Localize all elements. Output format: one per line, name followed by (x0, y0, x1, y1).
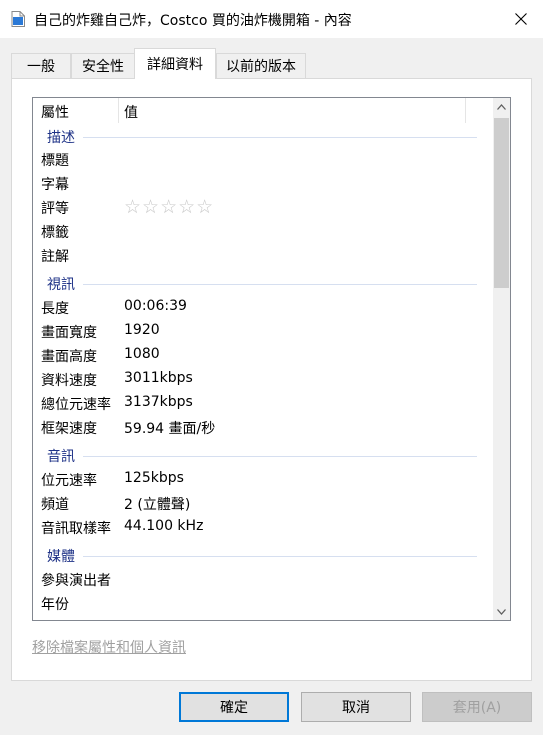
list-row-length[interactable]: 長度 00:06:39 (33, 295, 493, 319)
chevron-up-icon (497, 103, 506, 110)
tab-general[interactable]: 一般 (11, 53, 71, 78)
list-row-sample-rate[interactable]: 音訊取樣率 44.100 kHz (33, 515, 493, 539)
rating-stars[interactable]: ☆☆☆☆☆ (124, 196, 214, 218)
column-divider[interactable] (118, 98, 119, 123)
group-video[interactable]: 視訊 (33, 270, 493, 294)
list-row-channels[interactable]: 頻道 2 (立體聲) (33, 491, 493, 515)
group-divider (83, 284, 477, 285)
list-row-frame-rate[interactable]: 框架速度 59.94 畫面/秒 (33, 415, 493, 439)
group-divider (83, 556, 477, 557)
list-header: 屬性 值 (33, 98, 493, 123)
cancel-button[interactable]: 取消 (301, 692, 411, 722)
list-row-year[interactable]: 年份 (33, 591, 493, 615)
group-divider (83, 456, 477, 457)
group-divider (83, 137, 477, 138)
chevron-down-icon (497, 608, 506, 615)
column-divider[interactable] (465, 98, 466, 123)
details-panel: 屬性 值 描述 標題 字幕 評等 ☆☆☆☆☆ 標籤 註解 視訊 長度 00:06:3… (11, 78, 532, 681)
list-row-comments[interactable]: 註解 (33, 243, 493, 267)
tab-previous-versions[interactable]: 以前的版本 (216, 53, 306, 78)
list-row-frame-width[interactable]: 畫面寬度 1920 (33, 319, 493, 343)
vertical-scrollbar[interactable] (493, 98, 510, 620)
group-audio[interactable]: 音訊 (33, 442, 493, 466)
group-description[interactable]: 描述 (33, 123, 493, 147)
list-row-rating[interactable]: 評等 ☆☆☆☆☆ (33, 195, 493, 219)
remove-properties-link[interactable]: 移除檔案屬性和個人資訊 (32, 637, 186, 657)
video-file-icon (11, 11, 25, 27)
tab-security[interactable]: 安全性 (71, 53, 135, 78)
list-row-audio-bitrate[interactable]: 位元速率 125kbps (33, 467, 493, 491)
list-row-tags[interactable]: 標籤 (33, 219, 493, 243)
list-row-frame-height[interactable]: 畫面高度 1080 (33, 343, 493, 367)
list-row-data-rate[interactable]: 資料速度 3011kbps (33, 367, 493, 391)
column-header-property[interactable]: 屬性 (41, 102, 69, 122)
window-title: 自己的炸雞自己炸，Costco 買的油炸機開箱 - 內容 (34, 13, 352, 29)
group-media[interactable]: 媒體 (33, 542, 493, 566)
column-header-value[interactable]: 值 (124, 102, 138, 122)
scroll-up-button[interactable] (493, 98, 510, 115)
list-row-total-bitrate[interactable]: 總位元速率 3137kbps (33, 391, 493, 415)
title-bar: 自己的炸雞自己炸，Costco 買的油炸機開箱 - 內容 (0, 0, 543, 38)
ok-button[interactable]: 確定 (179, 692, 289, 722)
close-button[interactable] (498, 0, 543, 38)
scroll-down-button[interactable] (493, 603, 510, 620)
scroll-thumb[interactable] (494, 118, 509, 288)
list-row-title[interactable]: 標題 (33, 147, 493, 171)
property-list[interactable]: 屬性 值 描述 標題 字幕 評等 ☆☆☆☆☆ 標籤 註解 視訊 長度 00:06:3… (32, 97, 511, 621)
list-row-contributing-artists[interactable]: 參與演出者 (33, 567, 493, 591)
close-icon (514, 13, 527, 25)
tab-details[interactable]: 詳細資料 (134, 48, 216, 79)
list-row-subtitle[interactable]: 字幕 (33, 171, 493, 195)
apply-button[interactable]: 套用(A) (422, 692, 532, 722)
